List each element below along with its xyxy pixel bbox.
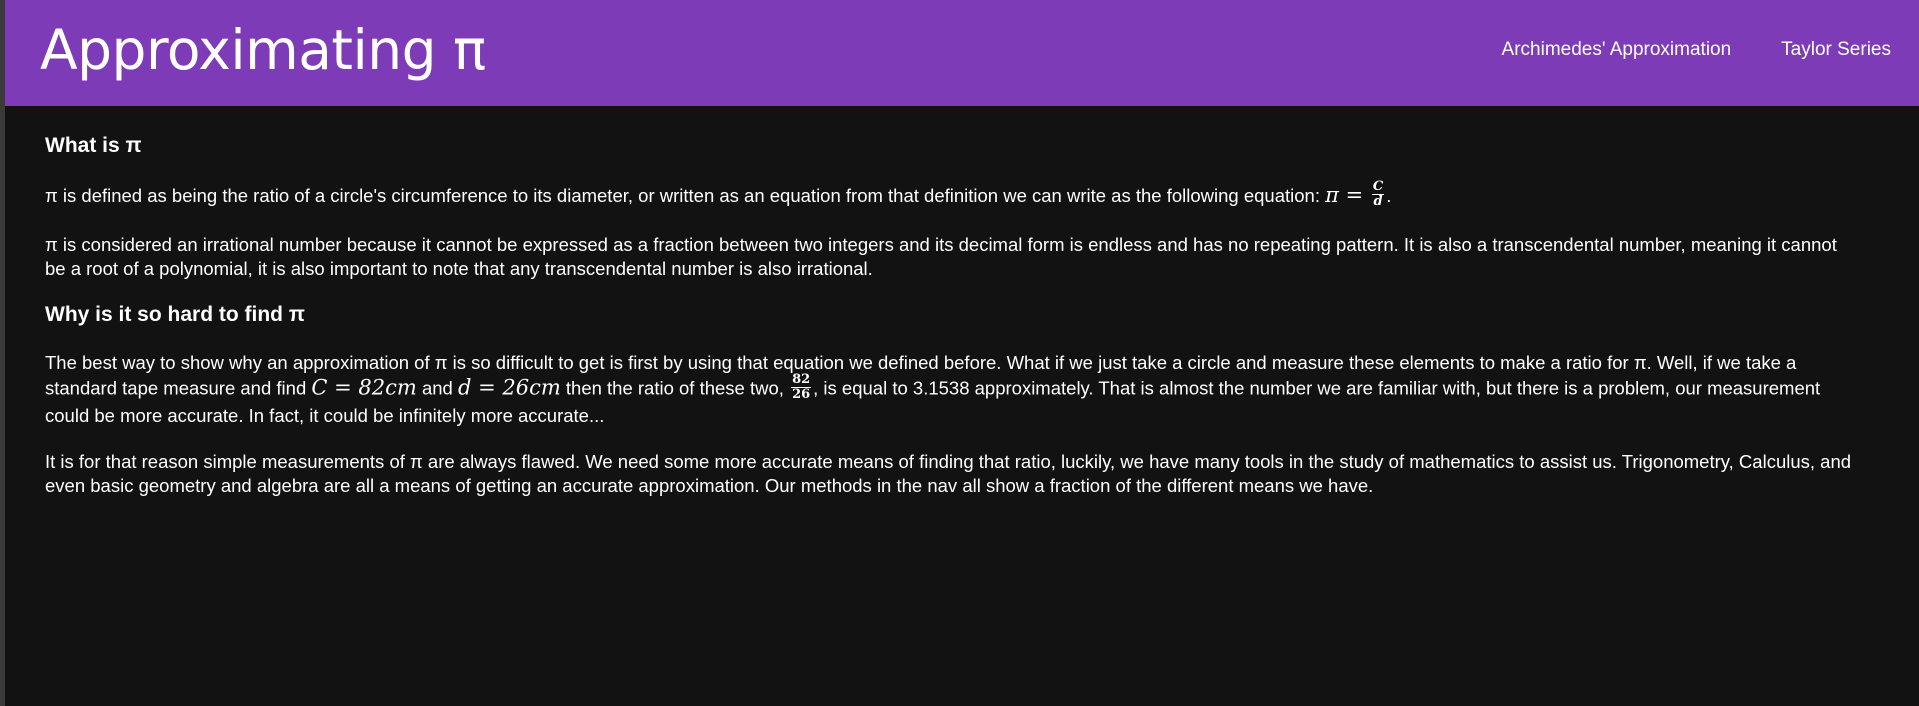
- fraction-82-over-26: 82 26: [791, 372, 812, 402]
- measurement-text-b: and: [421, 377, 453, 399]
- paragraph-conclusion: It is for that reason simple measurement…: [45, 451, 1852, 496]
- pi-symbol: π: [1325, 183, 1339, 207]
- paragraph-irrational: π is considered an irrational number bec…: [45, 234, 1837, 279]
- fraction-denominator: d: [1373, 194, 1383, 209]
- nav-link-taylor-series[interactable]: Taylor Series: [1781, 39, 1891, 61]
- math-diameter: d = 26cm: [457, 375, 561, 400]
- site-header: Approximating π Archimedes' Approximatio…: [5, 0, 1919, 106]
- math-circumference: C = 82cm: [311, 375, 417, 400]
- measurement-text-c: then the ratio of these two,: [565, 377, 784, 399]
- fraction-numerator: C: [1371, 179, 1385, 195]
- site-title: Approximating π: [40, 17, 486, 82]
- pi-equation: π = Cd: [1325, 179, 1386, 209]
- page-frame: Approximating π Archimedes' Approximatio…: [5, 0, 1919, 706]
- fraction-denominator: 26: [792, 387, 811, 402]
- fraction-numerator: 82: [791, 372, 812, 388]
- section-heading-what-is-pi: What is π: [45, 134, 142, 157]
- main-nav: Archimedes' Approximation Taylor Series: [1502, 39, 1891, 67]
- nav-link-archimedes[interactable]: Archimedes' Approximation: [1502, 39, 1732, 61]
- paragraph-definition: π is defined as being the ratio of a cir…: [45, 179, 1855, 211]
- section-heading-why-hard: Why is it so hard to find π: [45, 303, 305, 326]
- equation-period: .: [1386, 185, 1392, 206]
- definition-text: π is defined as being the ratio of a cir…: [45, 185, 1320, 206]
- main-content: What is π π is defined as being the rati…: [5, 106, 1855, 498]
- fraction-c-over-d: Cd: [1371, 179, 1385, 209]
- paragraph-measurement: The best way to show why an approximatio…: [45, 351, 1855, 428]
- equals-sign: =: [1345, 183, 1364, 207]
